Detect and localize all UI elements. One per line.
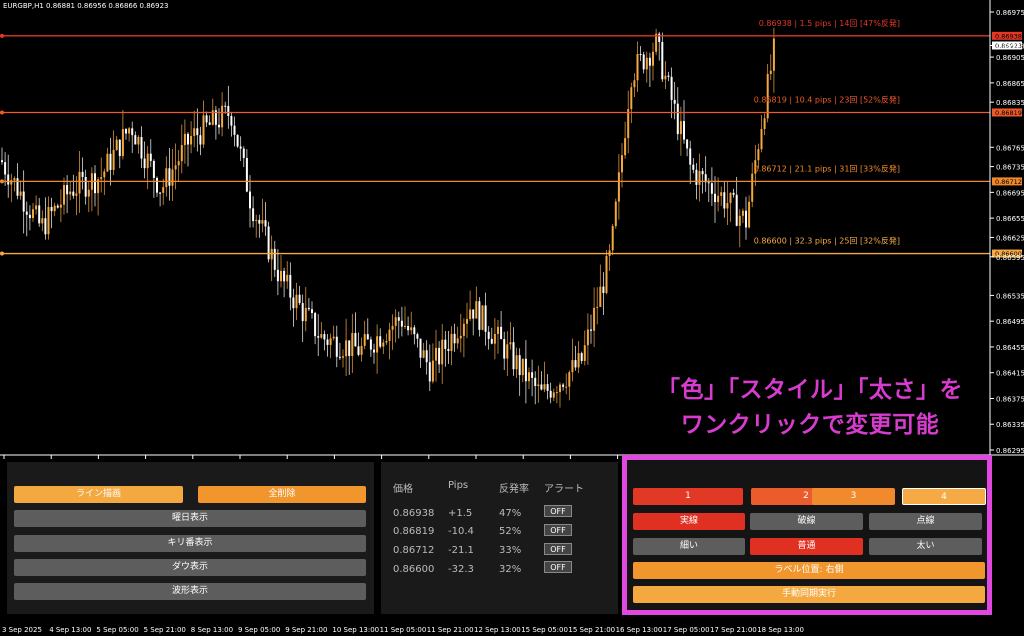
style-solid-button[interactable]: 実線 [633,513,745,530]
time-tick-label: 15 Sep 21:00 [568,626,615,634]
header-price: 価格 [393,484,413,495]
weekday-display-button[interactable]: 曜日表示 [14,510,366,527]
row2-price: 0.86819 [393,526,435,537]
price-tick-label: 0.86375 [996,395,1024,403]
price-tick-label: 0.86905 [996,54,1024,62]
time-tick-label: 9 Sep 05:00 [238,626,280,634]
width-thin-button[interactable]: 細い [633,538,745,555]
price-tick-label: 0.86865 [996,80,1024,88]
horizontal-levels: 0.86938 | 1.5 pips | 14回 [47%反発] 0.86938 0… [0,18,1022,258]
feature-caption-line2: ワンクリックで変更可能 [680,412,940,438]
time-tick-label: 12 Sep 13:00 [474,626,521,634]
wave-display-button[interactable]: 波形表示 [14,583,366,600]
row3-pips: -21.1 [448,545,474,556]
time-tick-label: 8 Sep 13:00 [191,626,233,634]
header-alert: アラート [544,484,584,495]
time-tick-label: 11 Sep 05:00 [380,626,427,634]
width-thick-button[interactable]: 太い [869,538,982,555]
time-tick-label: 17 Sep 05:00 [663,626,710,634]
feature-caption-line1: 「色」「スタイル」「太さ」を [657,377,963,403]
price-tick-label: 0.86595 [996,254,1024,262]
price-tick-label: 0.86295 [996,447,1024,455]
delete-all-button[interactable]: 全削除 [198,486,366,503]
row3-alert-toggle[interactable]: OFF [544,543,572,555]
price-tick-label: 0.86923 [996,42,1024,50]
time-tick-label: 10 Sep 13:00 [332,626,379,634]
row4-pips: -32.3 [448,564,474,575]
time-tick-label: 4 Sep 13:00 [49,626,91,634]
dow-display-button[interactable]: ダウ表示 [14,559,366,576]
style-dotted-button[interactable]: 点線 [869,513,982,530]
price-tick-label: 0.86535 [996,292,1024,300]
header-rebound-rate: 反発率 [499,484,529,495]
time-tick-label: 3 Sep 2025 [2,626,42,634]
price-tick-label: 0.86765 [996,144,1024,152]
level-table-panel: 価格 Pips 反発率 アラート 0.86938 +1.5 47% OFF 0.… [381,462,618,614]
manual-sync-button[interactable]: 手動同期実行 [633,586,985,603]
row1-pips: +1.5 [448,508,473,519]
time-tick-label: 5 Sep 21:00 [144,626,186,634]
level-label-3: 0.86712 | 21.1 pips | 31回 [33%反発] [754,163,900,173]
row4-price: 0.86600 [393,564,435,575]
price-tick-label: 0.86455 [996,344,1024,352]
row2-rate: 52% [499,526,522,537]
candlestick-series [1,27,775,408]
time-tick-label: 11 Sep 21:00 [427,626,474,634]
price-tick-label: 0.86495 [996,318,1024,326]
round-number-display-button[interactable]: キリ番表示 [14,535,366,552]
level-label-4: 0.86600 | 32.3 pips | 25回 [32%反発] [754,236,900,246]
style-dashed-button[interactable]: 破線 [750,513,863,530]
level-price-tag-1: 0.86938 [995,32,1022,40]
time-tick-label: 16 Sep 13:00 [616,626,663,634]
label-position-button[interactable]: ラベル位置: 右側 [633,562,985,579]
level-price-tag-3: 0.86712 [995,178,1022,186]
row3-price: 0.86712 [393,545,435,556]
row4-rate: 32% [499,564,522,575]
level-label-1: 0.86938 | 1.5 pips | 14回 [47%反発] [759,18,900,28]
row3-rate: 33% [499,545,522,556]
width-normal-button[interactable]: 普通 [750,538,863,555]
time-tick-label: 5 Sep 05:00 [96,626,138,634]
price-tick-label: 0.86625 [996,234,1024,242]
price-tick-label: 0.86695 [996,189,1024,197]
time-tick-label: 18 Sep 13:00 [757,626,804,634]
row2-alert-toggle[interactable]: OFF [544,524,572,536]
price-axis: 0.86975 0.86923 0.86905 0.86865 0.86835 0.867… [990,9,1024,455]
color-3-button[interactable]: 3 [812,488,895,505]
line-settings-panel: 1 2 3 4 実線 破線 点線 細い 普通 太い ラベル位置: 右側 手動同期… [627,460,992,613]
price-tick-label: 0.86835 [996,99,1024,107]
left-control-panel: ライン描画 全削除 曜日表示 キリ番表示 ダウ表示 波形表示 [7,462,374,614]
price-tick-label: 0.86415 [996,370,1024,378]
price-tick-label: 0.86655 [996,215,1024,223]
color-1-button[interactable]: 1 [633,488,743,505]
header-pips: Pips [448,480,469,491]
time-tick-label: 17 Sep 21:00 [710,626,757,634]
row2-pips: -10.4 [448,526,474,537]
row1-rate: 47% [499,508,522,519]
time-tick-label: 15 Sep 05:00 [521,626,568,634]
price-tick-label: 0.86335 [996,421,1024,429]
draw-lines-button[interactable]: ライン描画 [14,486,183,503]
row1-alert-toggle[interactable]: OFF [544,505,572,517]
symbol-info: EURGBP,H1 0.86881 0.86956 0.86866 0.8692… [3,2,169,10]
price-tick-label: 0.86735 [996,164,1024,172]
color-4-button[interactable]: 4 [902,488,986,505]
row4-alert-toggle[interactable]: OFF [544,561,572,573]
level-label-2: 0.86819 | 10.4 pips | 23回 [52%反発] [754,94,900,104]
price-tick-label: 0.86975 [996,9,1024,17]
time-tick-label: 9 Sep 21:00 [285,626,327,634]
level-price-tag-2: 0.86819 [995,109,1022,117]
row1-price: 0.86938 [393,508,435,519]
